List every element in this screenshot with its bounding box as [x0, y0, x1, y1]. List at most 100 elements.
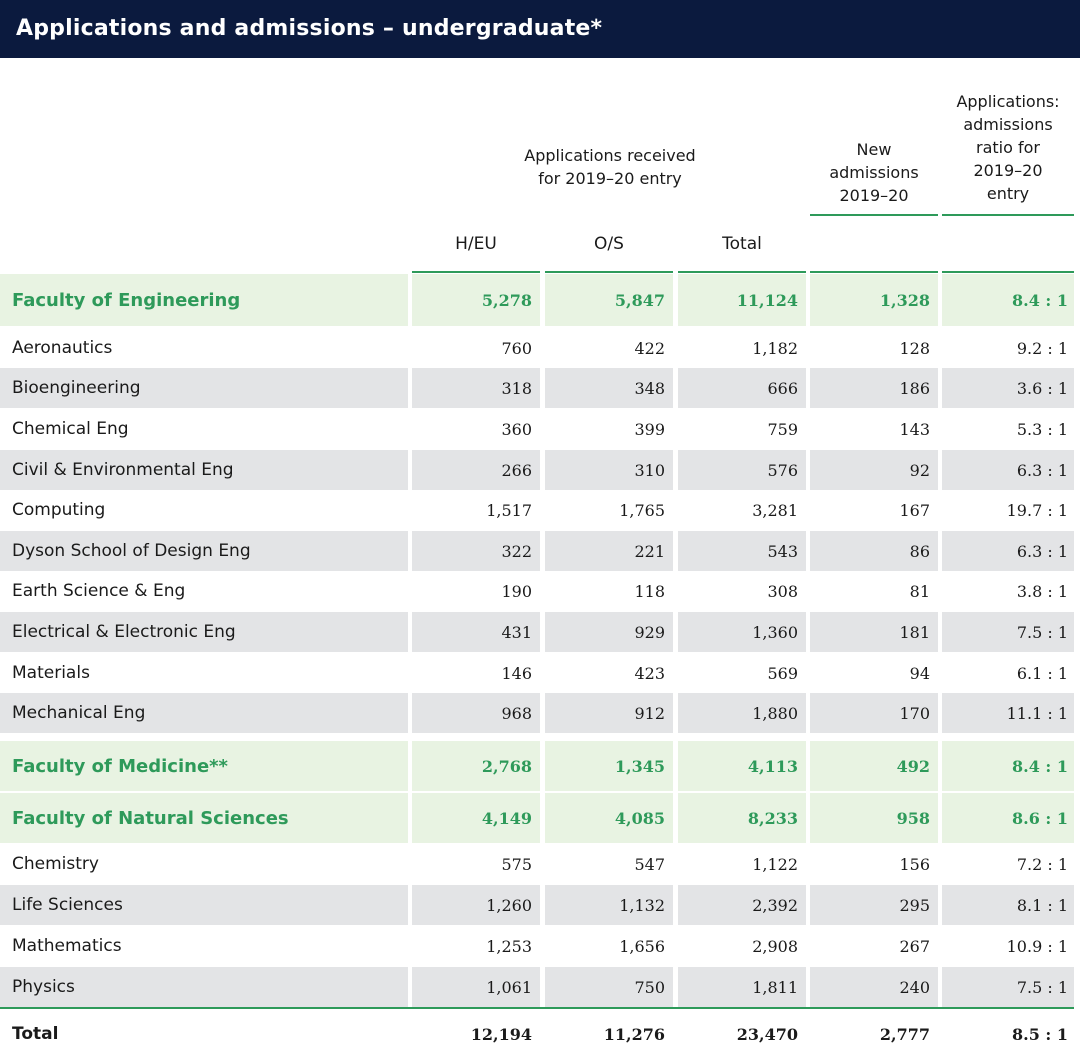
cell-os: 1,656: [619, 936, 665, 956]
cell-os: 1,345: [614, 756, 665, 776]
row-label: Physics: [12, 977, 75, 997]
row-label: Bioengineering: [12, 378, 141, 398]
table-row: Chemical Eng 360 399 759 143 5.3 : 1: [0, 409, 1080, 449]
cell-hu-eu: 431: [501, 622, 532, 642]
header-new-admissions-rule: [810, 214, 938, 216]
cell-ratio: 8.4 : 1: [1011, 756, 1068, 776]
cell-os: 547: [634, 854, 665, 874]
cell-os: 929: [634, 622, 665, 642]
table-row: Earth Science & Eng 190 118 308 81 3.8 : 1: [0, 571, 1080, 611]
total-row: Total 12,194 11,276 23,470 2,777 8.5 : 1: [0, 1011, 1080, 1057]
cell-ratio: 8.6 : 1: [1011, 808, 1068, 828]
row-label: Dyson School of Design Eng: [12, 541, 251, 561]
header-new-admissions-line-1: New: [856, 140, 892, 159]
cell-hu-eu: 1,517: [486, 500, 532, 520]
column-top-rule: [942, 271, 1074, 273]
cell-hu-eu: 190: [501, 581, 532, 601]
header-ratio-rule: [942, 214, 1074, 216]
cell-total: 1,811: [752, 977, 798, 997]
cell-total: 11,124: [736, 290, 798, 310]
cell-total: 308: [767, 581, 798, 601]
cell-new: 295: [899, 895, 930, 915]
column-top-rule: [678, 271, 806, 273]
cell-ratio: 9.2 : 1: [1016, 338, 1068, 358]
cell-hu-eu: 1,253: [486, 936, 532, 956]
cell-new: 86: [909, 541, 930, 561]
cell-total: 576: [767, 460, 798, 480]
cell-os: 348: [634, 378, 665, 398]
cell-hu-eu: 318: [501, 378, 532, 398]
cell-total: 1,880: [752, 703, 798, 723]
cell-total: 759: [767, 419, 798, 439]
row-label: Mathematics: [12, 936, 122, 956]
cell-hu-eu: 360: [501, 419, 532, 439]
table-row: Life Sciences 1,260 1,132 2,392 295 8.1 : 1: [0, 885, 1080, 925]
column-top-rule: [412, 271, 540, 273]
cell-new: 267: [899, 936, 930, 956]
row-label: Materials: [12, 663, 90, 683]
cell-new: 2,777: [879, 1024, 930, 1044]
cell-ratio: 19.7 : 1: [1006, 500, 1068, 520]
column-top-rule: [810, 271, 938, 273]
cell-hu-eu: 4,149: [481, 808, 532, 828]
table-row: Dyson School of Design Eng 322 221 543 86 6.3…: [0, 531, 1080, 571]
cell-ratio: 6.1 : 1: [1016, 663, 1068, 683]
cell-new: 156: [899, 854, 930, 874]
cell-os: 1,132: [619, 895, 665, 915]
header-applications-received-line-2: for 2019–20 entry: [538, 169, 682, 188]
header-total: Total: [722, 234, 762, 254]
cell-new: 94: [909, 663, 930, 683]
cell-total: 1,182: [752, 338, 798, 358]
cell-hu-eu: 2,768: [481, 756, 532, 776]
cell-new: 128: [899, 338, 930, 358]
cell-hu-eu: 266: [501, 460, 532, 480]
cell-ratio: 8.4 : 1: [1011, 290, 1068, 310]
cell-new: 181: [899, 622, 930, 642]
row-label: Earth Science & Eng: [12, 581, 186, 601]
cell-new: 1,328: [879, 290, 930, 310]
row-label: Faculty of Engineering: [12, 289, 241, 311]
row-label: Chemistry: [12, 854, 99, 874]
faculty-row: Faculty of Engineering 5,278 5,847 11,124 1,…: [0, 274, 1080, 326]
table-row: Civil & Environmental Eng 266 310 576 92 6.3 …: [0, 450, 1080, 490]
row-label: Electrical & Electronic Eng: [12, 622, 236, 642]
cell-new: 186: [899, 378, 930, 398]
cell-new: 81: [909, 581, 930, 601]
cell-os: 118: [634, 581, 665, 601]
header-new-admissions-line-3: 2019–20: [839, 186, 909, 205]
table-row: Mathematics 1,253 1,656 2,908 267 10.9 : 1: [0, 926, 1080, 966]
header-ratio: Applications: admissions ratio for 2019–…: [942, 90, 1074, 205]
cell-ratio: 8.5 : 1: [1011, 1024, 1068, 1044]
cell-new: 167: [899, 500, 930, 520]
header-ratio-line-3: ratio for: [976, 138, 1040, 157]
cell-total: 569: [767, 663, 798, 683]
cell-os: 4,085: [614, 808, 665, 828]
cell-ratio: 7.5 : 1: [1016, 622, 1068, 642]
cell-total: 1,360: [752, 622, 798, 642]
cell-total: 2,392: [752, 895, 798, 915]
cell-new: 143: [899, 419, 930, 439]
row-label: Life Sciences: [12, 895, 123, 915]
cell-os: 912: [634, 703, 665, 723]
cell-ratio: 7.5 : 1: [1016, 977, 1068, 997]
cell-ratio: 7.2 : 1: [1016, 854, 1068, 874]
table-row: Bioengineering 318 348 666 186 3.6 : 1: [0, 368, 1080, 408]
row-label: Chemical Eng: [12, 419, 129, 439]
cell-hu-eu: 1,061: [486, 977, 532, 997]
cell-ratio: 8.1 : 1: [1016, 895, 1068, 915]
cell-new: 240: [899, 977, 930, 997]
cell-new: 958: [896, 808, 930, 828]
row-label: Faculty of Medicine**: [12, 755, 228, 777]
total-rule: [0, 1007, 1074, 1009]
cell-ratio: 3.8 : 1: [1016, 581, 1068, 601]
cell-total: 23,470: [736, 1024, 798, 1044]
cell-hu-eu: 575: [501, 854, 532, 874]
cell-new: 170: [899, 703, 930, 723]
cell-os: 11,276: [603, 1024, 665, 1044]
cell-hu-eu: 968: [501, 703, 532, 723]
table-row: Chemistry 575 547 1,122 156 7.2 : 1: [0, 844, 1080, 884]
header-ratio-line-1: Applications:: [956, 92, 1060, 111]
cell-total: 1,122: [752, 854, 798, 874]
cell-ratio: 6.3 : 1: [1016, 541, 1068, 561]
cell-hu-eu: 760: [501, 338, 532, 358]
